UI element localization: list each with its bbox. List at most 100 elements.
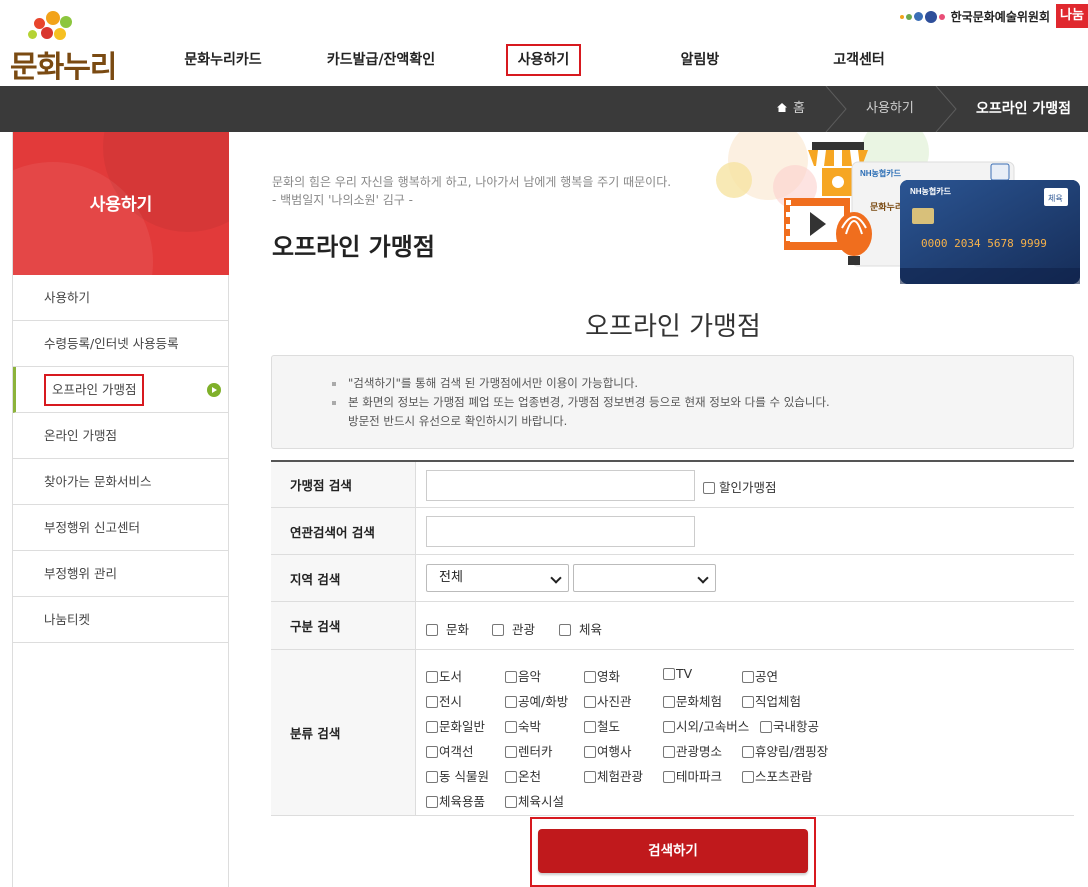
search-button[interactable]: 검색하기 <box>538 829 808 873</box>
discount-store-checkbox[interactable]: 할인가맹점 <box>703 477 777 496</box>
type-tourism-checkbox[interactable]: 관광 <box>492 619 535 638</box>
checkbox-label: 체험관광 <box>597 769 644 784</box>
category-search-label: 분류 검색 <box>271 650 416 815</box>
category-checkbox[interactable]: 전시 <box>426 691 462 710</box>
category-checkbox[interactable]: 렌터카 <box>505 741 553 760</box>
checkbox-label: 공예/화방 <box>518 694 569 709</box>
sidebar-item-usage[interactable]: 사용하기 <box>13 275 229 321</box>
checkbox-label: 문화 <box>445 622 469 637</box>
sidebar-item-fraud-report[interactable]: 부정행위 신고센터 <box>13 505 229 551</box>
checkbox-icon <box>426 771 438 783</box>
category-checkbox[interactable]: 음악 <box>505 666 541 685</box>
sidebar-item-registration[interactable]: 수령등록/인터넷 사용등록 <box>13 321 229 367</box>
sidebar-item-online-store[interactable]: 온라인 가맹점 <box>13 413 229 459</box>
checkbox-label: 휴양림/캠핑장 <box>755 744 829 759</box>
type-culture-checkbox[interactable]: 문화 <box>426 619 469 638</box>
category-checkbox[interactable]: 영화 <box>584 666 620 685</box>
checkbox-icon <box>663 771 675 783</box>
category-checkbox[interactable]: 숙박 <box>505 716 541 735</box>
keyword-search-input[interactable] <box>426 516 695 547</box>
checkbox-label: 여행사 <box>597 744 632 759</box>
checkbox-icon <box>584 746 596 758</box>
checkbox-label: 체육시설 <box>518 794 565 809</box>
sidebar-item-nanum-ticket[interactable]: 나눔티켓 <box>13 597 229 643</box>
nanum-ticket-badge[interactable]: 나눔 <box>1056 4 1088 28</box>
notice-item: "검색하기"를 통해 검색 된 가맹점에서만 이용이 가능합니다. <box>332 374 830 393</box>
sidebar-item-offline-store[interactable]: 오프라인 가맹점 <box>13 367 229 413</box>
category-checkbox[interactable]: 시외/고속버스 <box>663 716 749 735</box>
svg-text:0000 2034 5678 9999: 0000 2034 5678 9999 <box>921 237 1047 250</box>
checkbox-label: 관광명소 <box>676 744 723 759</box>
checkbox-icon <box>584 696 596 708</box>
breadcrumb-home[interactable]: 홈 <box>777 86 805 132</box>
category-checkbox[interactable]: 체육시설 <box>505 791 564 810</box>
store-search-input[interactable] <box>426 470 695 501</box>
checkbox-icon <box>505 771 517 783</box>
checkbox-icon <box>426 624 438 636</box>
category-checkbox[interactable]: 여행사 <box>584 741 632 760</box>
category-checkbox[interactable]: 공연 <box>742 666 778 685</box>
sidebar-item-fraud-manage[interactable]: 부정행위 관리 <box>13 551 229 597</box>
quote-source: - 백범일지 '나의소원' 김구 - <box>272 193 413 207</box>
breadcrumb-separator-icon <box>825 86 847 132</box>
category-checkbox[interactable]: 체험관광 <box>584 766 643 785</box>
svg-text:NH농협카드: NH농협카드 <box>860 168 902 178</box>
council-brand[interactable]: 한국문화예술위원회 <box>899 8 1050 25</box>
svg-text:체육: 체육 <box>1048 193 1063 203</box>
category-checkbox[interactable]: 공예/화방 <box>505 691 568 710</box>
gnb-notice[interactable]: 알림방 <box>678 44 722 76</box>
checkbox-label: 사진관 <box>597 694 632 709</box>
checkbox-icon <box>505 721 517 733</box>
checkbox-icon <box>703 482 715 494</box>
checkbox-label: 시외/고속버스 <box>676 719 750 734</box>
sidebar-item-label: 부정행위 관리 <box>44 566 117 581</box>
sidebar-title: 사용하기 <box>89 195 153 215</box>
checkbox-icon <box>426 721 438 733</box>
gnb-culture-card[interactable]: 문화누리카드 <box>182 44 264 76</box>
quote-line: 문화의 힘은 우리 자신을 행복하게 하고, 나아가서 남에게 행복을 주기 때… <box>272 175 672 189</box>
category-checkbox[interactable]: 체육용품 <box>426 791 485 810</box>
category-checkbox[interactable]: 온천 <box>505 766 541 785</box>
sidebar-item-label: 부정행위 신고센터 <box>44 520 140 535</box>
breadcrumb-level1[interactable]: 사용하기 <box>866 86 914 132</box>
section-title: 오프라인 가맹점 <box>585 312 761 342</box>
checkbox-label: 스포츠관람 <box>755 769 813 784</box>
checkbox-label: 직업체험 <box>755 694 802 709</box>
search-row-type: 구분 검색 문화 관광 체육 <box>271 602 1074 650</box>
checkbox-icon <box>742 671 754 683</box>
gnb-card-issue[interactable]: 카드발급/잔액확인 <box>322 44 440 76</box>
category-checkbox[interactable]: 국내항공 <box>760 716 819 735</box>
checkbox-icon <box>584 721 596 733</box>
category-checkbox[interactable]: TV <box>663 666 692 681</box>
gnb-support[interactable]: 고객센터 <box>830 44 888 76</box>
region-secondary-select[interactable] <box>573 564 716 592</box>
search-button-highlight: 검색하기 <box>530 817 816 887</box>
category-checkbox[interactable]: 직업체험 <box>742 691 801 710</box>
breadcrumb-current: 오프라인 가맹점 <box>976 101 1072 117</box>
checkbox-icon <box>505 671 517 683</box>
checkbox-label: 할인가맹점 <box>718 480 777 495</box>
category-checkbox[interactable]: 동 식물원 <box>426 766 489 785</box>
select-value: 전체 <box>439 570 463 585</box>
sidebar-item-visiting-service[interactable]: 찾아가는 문화서비스 <box>13 459 229 505</box>
notice-item: 본 화면의 정보는 가맹점 폐업 또는 업종변경, 가맹점 정보변경 등으로 현… <box>332 393 830 412</box>
arrow-right-circle-icon <box>207 383 221 397</box>
category-checkbox[interactable]: 문화체험 <box>663 691 722 710</box>
region-primary-select[interactable]: 전체 <box>426 564 569 592</box>
chevron-down-icon <box>550 572 562 584</box>
checkbox-label: 체육 <box>578 622 602 637</box>
category-checkbox[interactable]: 관광명소 <box>663 741 722 760</box>
category-checkbox[interactable]: 문화일반 <box>426 716 485 735</box>
category-checkbox[interactable]: 도서 <box>426 666 462 685</box>
category-checkbox[interactable]: 휴양림/캠핑장 <box>742 741 828 760</box>
category-checkbox[interactable]: 철도 <box>584 716 620 735</box>
sidebar: 사용하기 사용하기 수령등록/인터넷 사용등록 오프라인 가맹점 온라인 가맹점… <box>12 132 229 887</box>
category-checkbox[interactable]: 테마파크 <box>663 766 722 785</box>
category-checkbox[interactable]: 여객선 <box>426 741 474 760</box>
category-checkbox[interactable]: 스포츠관람 <box>742 766 813 785</box>
gnb-usage[interactable]: 사용하기 <box>506 44 581 76</box>
category-checkbox[interactable]: 사진관 <box>584 691 632 710</box>
type-sports-checkbox[interactable]: 체육 <box>559 619 602 638</box>
keyword-search-label: 연관검색어 검색 <box>271 508 416 554</box>
checkbox-icon <box>505 746 517 758</box>
